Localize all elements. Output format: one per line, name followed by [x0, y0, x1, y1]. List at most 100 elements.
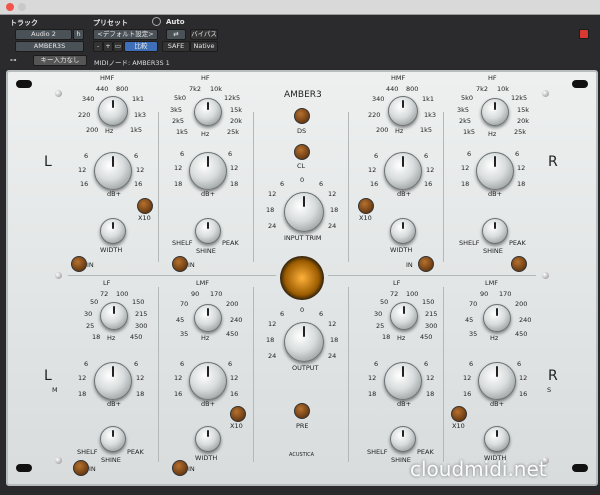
hf-frequency-knob[interactable]: [194, 98, 222, 126]
hmf-right-width-label: WIDTH: [390, 246, 413, 254]
channel-r-low-label: R: [548, 368, 558, 384]
hf-right-title: HF: [488, 74, 497, 82]
lf-in-button[interactable]: [73, 460, 89, 476]
record-enable-icon[interactable]: [579, 29, 589, 39]
lmf-frequency-knob[interactable]: [194, 304, 222, 332]
plugin-window: トラック プリセット Auto Audio 2 h AMBER3S <デフォルト…: [0, 0, 600, 495]
lf-right-shine-knob[interactable]: [390, 426, 416, 452]
hf-right-in-button[interactable]: [511, 256, 527, 272]
screw-icon: [542, 272, 549, 279]
hf-title: HF: [201, 74, 210, 82]
hf-shine-label: SHINE: [196, 247, 216, 255]
safe-button[interactable]: SAFE: [162, 41, 190, 52]
minimize-window-button[interactable]: [18, 3, 26, 11]
native-button[interactable]: Native: [190, 41, 218, 52]
hmf-title: HMF: [100, 74, 115, 82]
next-preset-button[interactable]: +: [103, 41, 113, 52]
key-icon: ⊶: [10, 56, 17, 64]
rack-slot-bottom-right: [572, 464, 588, 472]
preset-menu-icon[interactable]: [152, 17, 161, 26]
plugin-selector[interactable]: AMBER3S: [15, 41, 84, 52]
watermark: cloudmidi.net: [410, 457, 547, 481]
plugin-header: トラック プリセット Auto Audio 2 h AMBER3S <デフォルト…: [0, 15, 600, 68]
screw-icon: [55, 90, 62, 97]
rack-slot-bottom-left: [16, 464, 32, 472]
track-label: トラック: [10, 19, 38, 27]
lmf-x10-button[interactable]: [230, 406, 246, 422]
bypass-button[interactable]: バイパス: [190, 29, 218, 40]
lf-shine-knob[interactable]: [100, 426, 126, 452]
hf-right-gain-knob[interactable]: [476, 152, 514, 190]
vu-meter-lamp: [280, 256, 324, 300]
eq-panel: L R L M R S HMF 440 800 340 1k1 220 1k3 …: [6, 70, 598, 486]
hf-gain-knob[interactable]: [189, 152, 227, 190]
hmf-right-title: HMF: [391, 74, 406, 82]
output-knob[interactable]: [284, 322, 324, 362]
lmf-in-button[interactable]: [172, 460, 188, 476]
input-trim-label: INPUT TRIM: [284, 234, 322, 242]
hmf-in-button[interactable]: [71, 256, 87, 272]
hmf-right-in-button[interactable]: [418, 256, 434, 272]
mid-label: M: [52, 386, 58, 394]
lmf-right-width-knob[interactable]: [484, 426, 510, 452]
lf-right-gain-knob[interactable]: [384, 362, 422, 400]
pre-button[interactable]: [294, 403, 310, 419]
acustica-logo: ACUSTICA: [289, 452, 315, 458]
lmf-title: LMF: [196, 279, 209, 287]
hmf-frequency-knob[interactable]: [98, 96, 128, 126]
screw-icon: [542, 90, 549, 97]
preset-library-icon[interactable]: ▭: [113, 41, 123, 52]
lmf-width-knob[interactable]: [195, 426, 221, 452]
lmf-right-x10-button[interactable]: [451, 406, 467, 422]
output-label: OUTPUT: [292, 364, 319, 372]
lf-title: LF: [103, 279, 111, 287]
hmf-right-x10-button[interactable]: [358, 198, 374, 214]
ds-button[interactable]: [294, 108, 310, 124]
lmf-right-gain-knob[interactable]: [478, 362, 516, 400]
preset-selector[interactable]: <デフォルト設定>: [93, 29, 158, 40]
automation-label: Auto: [166, 18, 185, 26]
lf-gain-knob[interactable]: [94, 362, 132, 400]
hmf-right-gain-knob[interactable]: [384, 152, 422, 190]
hf-shine-knob[interactable]: [195, 218, 221, 244]
lmf-right-frequency-knob[interactable]: [483, 304, 511, 332]
hf-in-button[interactable]: [172, 256, 188, 272]
lmf-width-label: WIDTH: [195, 454, 218, 462]
hmf-right-width-knob[interactable]: [390, 218, 416, 244]
lmf-right-title: LMF: [485, 279, 498, 287]
title-bar: [0, 0, 600, 15]
channel-l-label: L: [44, 154, 52, 170]
cl-button[interactable]: [294, 144, 310, 160]
rack-slot-top-left: [16, 80, 32, 88]
lf-right-frequency-knob[interactable]: [390, 302, 418, 330]
track-mode-button[interactable]: h: [73, 29, 84, 40]
lf-right-title: LF: [393, 279, 401, 287]
track-selector[interactable]: Audio 2: [15, 29, 72, 40]
input-trim-knob[interactable]: [284, 192, 324, 232]
hmf-right-frequency-knob[interactable]: [388, 96, 418, 126]
hmf-x10-button[interactable]: [137, 198, 153, 214]
side-label: S: [547, 386, 552, 394]
hmf-gain-knob[interactable]: [94, 152, 132, 190]
automation-icon[interactable]: ⇄: [166, 29, 186, 40]
key-input-selector[interactable]: キー入力なし: [33, 55, 87, 66]
screw-icon: [55, 457, 62, 464]
hf-right-shine-knob[interactable]: [482, 218, 508, 244]
lf-shine-label: SHINE: [101, 456, 121, 464]
previous-preset-button[interactable]: -: [93, 41, 103, 52]
hf-right-shine-label: SHINE: [483, 247, 503, 255]
channel-l-low-label: L: [44, 368, 52, 384]
compare-button[interactable]: 比較: [124, 41, 158, 52]
hmf-width-knob[interactable]: [100, 218, 126, 244]
brand-label: AMBER3: [284, 90, 322, 100]
close-window-button[interactable]: [6, 3, 14, 11]
midi-node-label: MIDIノード: AMBER3S 1: [94, 59, 170, 67]
rack-slot-top-right: [572, 80, 588, 88]
hf-right-frequency-knob[interactable]: [481, 98, 509, 126]
screw-icon: [55, 272, 62, 279]
lf-frequency-knob[interactable]: [100, 302, 128, 330]
preset-label: プリセット: [93, 19, 128, 27]
channel-r-label: R: [548, 154, 558, 170]
lf-right-shine-label: SHINE: [391, 456, 411, 464]
lmf-gain-knob[interactable]: [189, 362, 227, 400]
